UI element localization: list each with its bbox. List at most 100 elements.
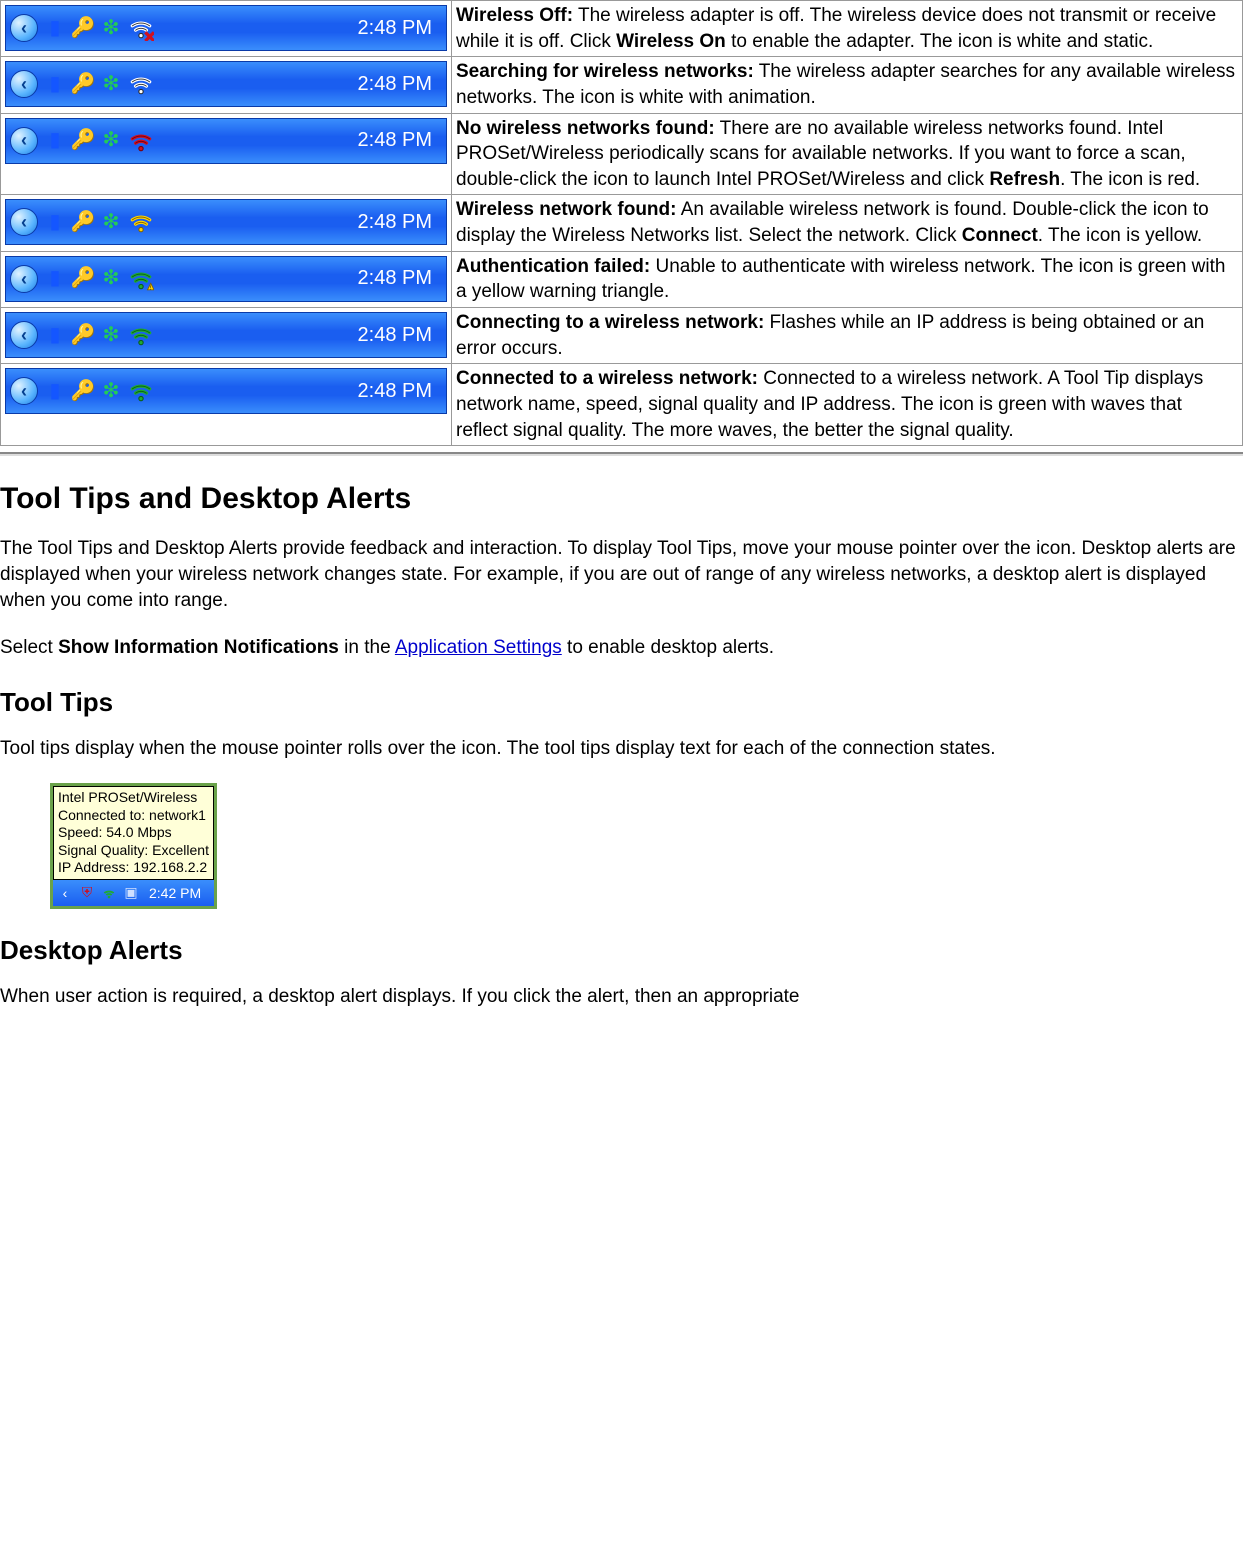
system-tray: ‹▮🔑❇ <box>6 14 154 42</box>
taskbar: ‹▮🔑❇2:48 PM <box>5 368 447 414</box>
tooltip-clock: 2:42 PM <box>149 885 201 901</box>
tray-chevron-icon: ‹ <box>10 321 38 349</box>
state-taskbar-cell: ‹▮🔑❇2:48 PM <box>1 364 452 446</box>
wifi-icon <box>128 209 154 235</box>
globe-icon: ❇ <box>100 324 122 346</box>
tray-chevron-icon: ‹ <box>10 127 38 155</box>
battery-icon: ▮ <box>44 73 66 95</box>
state-title: No wireless networks found: <box>456 118 715 139</box>
state-description-cell: Wireless Off: The wireless adapter is of… <box>452 1 1243 57</box>
state-row: ‹ ▮ 🔑 ❇ 2:48 PMNo wireless networks found: T… <box>1 113 1243 195</box>
tooltip-line: IP Address: 192.168.2.2 <box>58 859 209 877</box>
taskbar: ‹ ▮ 🔑 ❇ 2:48 PM <box>5 199 447 245</box>
wifi-icon <box>128 71 154 97</box>
battery-icon: ▮ <box>44 324 66 346</box>
tooltip-line: Signal Quality: Excellent <box>58 842 209 860</box>
state-taskbar-cell: ‹ ▮ 🔑 ❇ 2:48 PM <box>1 195 452 251</box>
state-taskbar-cell: ‹ ▮ 🔑 ❇ 2:48 PM <box>1 57 452 113</box>
heading-desktop-alerts: Desktop Alerts <box>0 935 1243 966</box>
taskbar: ‹▮🔑❇ 2:48 PM <box>5 5 447 51</box>
state-row: ‹▮🔑❇!2:48 PMAuthentication failed: Unabl… <box>1 251 1243 307</box>
state-row: ‹ ▮ 🔑 ❇ 2:48 PMWireless network found: An av… <box>1 195 1243 251</box>
keys-icon: 🔑 <box>72 17 94 39</box>
tooltip-line: Speed: 54.0 Mbps <box>58 824 209 842</box>
taskbar-clock: 2:48 PM <box>358 265 446 292</box>
wifi-icon <box>128 128 154 154</box>
paragraph-desktop-alerts-body: When user action is required, a desktop … <box>0 984 1243 1010</box>
state-taskbar-cell: ‹ ▮ 🔑 ❇ 2:48 PM <box>1 113 452 195</box>
link-application-settings[interactable]: Application Settings <box>395 637 562 658</box>
state-taskbar-cell: ‹▮🔑❇ 2:48 PM <box>1 1 452 57</box>
taskbar-clock: 2:48 PM <box>358 322 446 349</box>
wifi-icon <box>101 885 117 901</box>
system-tray: ‹▮🔑❇! <box>6 265 154 293</box>
inline-bold: Connect <box>962 225 1038 246</box>
battery-icon: ▮ <box>44 380 66 402</box>
taskbar-clock: 2:48 PM <box>358 378 446 405</box>
state-taskbar-cell: ‹ ▮ 🔑 ❇ 2:48 PM <box>1 308 452 364</box>
state-description-cell: No wireless networks found: There are no… <box>452 113 1243 195</box>
battery-icon: ▮ <box>44 211 66 233</box>
tooltip-box: Intel PROSet/WirelessConnected to: netwo… <box>53 786 214 880</box>
taskbar-clock: 2:48 PM <box>358 127 446 154</box>
globe-icon: ❇ <box>100 73 122 95</box>
taskbar-clock: 2:48 PM <box>358 209 446 236</box>
paragraph-tooltips-alerts-intro: The Tool Tips and Desktop Alerts provide… <box>0 536 1243 613</box>
state-description-cell: Searching for wireless networks: The wir… <box>452 57 1243 113</box>
display-icon: ▣ <box>123 885 139 901</box>
tray-chevron-icon: ‹ <box>10 14 38 42</box>
section-divider <box>0 452 1243 456</box>
keys-icon: 🔑 <box>72 268 94 290</box>
system-tray: ‹ ▮ 🔑 ❇ <box>6 208 154 236</box>
tray-chevron-icon: ‹ <box>57 885 73 901</box>
tooltip-screenshot: Intel PROSet/WirelessConnected to: netwo… <box>50 783 217 909</box>
taskbar-clock: 2:48 PM <box>358 15 446 42</box>
state-row: ‹▮🔑❇ 2:48 PMWireless Off: The wireless ad… <box>1 1 1243 57</box>
heading-tooltips: Tool Tips <box>0 687 1243 718</box>
state-title: Wireless Off: <box>456 5 573 26</box>
state-description-cell: Authentication failed: Unable to authent… <box>452 251 1243 307</box>
wifi-icon <box>128 15 154 41</box>
wifi-icon <box>128 378 154 404</box>
taskbar-clock: 2:48 PM <box>358 71 446 98</box>
globe-icon: ❇ <box>100 130 122 152</box>
taskbar: ‹ ▮ 🔑 ❇ 2:48 PM <box>5 118 447 164</box>
globe-icon: ❇ <box>100 211 122 233</box>
keys-icon: 🔑 <box>72 73 94 95</box>
wireless-states-table: ‹▮🔑❇2:48 PMWireless Off: The wireless ad… <box>0 0 1243 446</box>
tray-chevron-icon: ‹ <box>10 70 38 98</box>
state-title: Wireless network found: <box>456 199 676 220</box>
keys-icon: 🔑 <box>72 380 94 402</box>
state-title: Authentication failed: <box>456 256 650 277</box>
state-title: Connected to a wireless network: <box>456 368 758 389</box>
paragraph-select-notifications: Select Show Information Notifications in… <box>0 635 1243 661</box>
battery-icon: ▮ <box>44 130 66 152</box>
system-tray: ‹▮🔑❇ <box>6 377 154 405</box>
tooltip-taskbar: ‹ ⛨ ▣ 2:42 PM <box>53 880 214 906</box>
system-tray: ‹ ▮ 🔑 ❇ <box>6 70 154 98</box>
state-row: ‹▮🔑❇2:48 PMConnecting to a wireless netw… <box>1 308 1243 364</box>
system-tray: ‹ ▮ 🔑 ❇ <box>6 321 154 349</box>
taskbar: ‹ ▮ 🔑 ❇ 2:48 PM <box>5 61 447 107</box>
state-row: ‹▮🔑❇2:48 PMSearching for wireless networ… <box>1 57 1243 113</box>
bold-show-information-notifications: Show Information Notifications <box>58 637 339 658</box>
tooltip-line: Intel PROSet/Wireless <box>58 789 209 807</box>
globe-icon: ❇ <box>100 380 122 402</box>
keys-icon: 🔑 <box>72 211 94 233</box>
system-tray: ‹ ▮ 🔑 ❇ <box>6 127 154 155</box>
state-taskbar-cell: ‹▮🔑❇!2:48 PM <box>1 251 452 307</box>
globe-icon: ❇ <box>100 268 122 290</box>
taskbar: ‹▮🔑❇!2:48 PM <box>5 256 447 302</box>
tray-chevron-icon: ‹ <box>10 265 38 293</box>
heading-tooltips-alerts: Tool Tips and Desktop Alerts <box>0 482 1243 516</box>
inline-bold: Wireless On <box>616 31 726 52</box>
tray-chevron-icon: ‹ <box>10 208 38 236</box>
keys-icon: 🔑 <box>72 130 94 152</box>
state-description-cell: Connected to a wireless network: Connect… <box>452 364 1243 446</box>
paragraph-tooltips-body: Tool tips display when the mouse pointer… <box>0 736 1243 762</box>
shield-icon: ⛨ <box>79 885 95 901</box>
state-description-cell: Wireless network found: An available wir… <box>452 195 1243 251</box>
keys-icon: 🔑 <box>72 324 94 346</box>
state-title: Searching for wireless networks: <box>456 61 754 82</box>
tooltip-line: Connected to: network1 <box>58 807 209 825</box>
